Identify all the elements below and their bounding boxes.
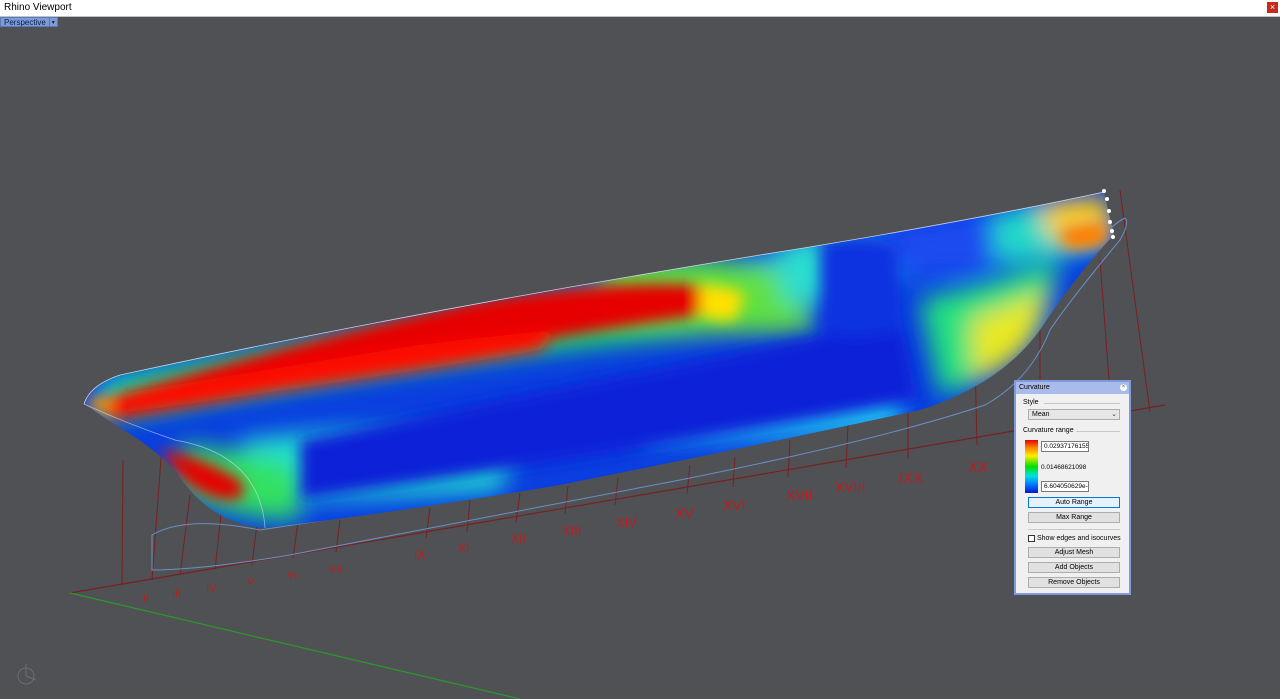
- station-label: IV: [206, 583, 217, 595]
- curvature-hull-surface: [84, 192, 1114, 528]
- station-label: XI: [458, 541, 469, 555]
- title-bar: Rhino Viewport ×: [0, 0, 1280, 17]
- station-label: XII: [511, 532, 526, 546]
- style-select[interactable]: Mean ⌄: [1028, 409, 1120, 420]
- add-objects-button[interactable]: Add Objects: [1028, 562, 1120, 573]
- station-label: XVIII: [835, 479, 865, 495]
- station-label: V: [247, 576, 255, 588]
- viewport-dropdown-icon[interactable]: ▾: [49, 17, 58, 27]
- station-label: III: [172, 588, 181, 600]
- panel-title: Curvature: [1016, 382, 1129, 394]
- perspective-viewport[interactable]: II III IV V VI VII IX XI XII XIII XIV XV…: [0, 17, 1280, 699]
- station-label: XIII: [562, 523, 582, 538]
- station-label: IXX: [899, 470, 923, 487]
- style-select-value: Mean: [1032, 411, 1050, 418]
- viewport-name[interactable]: Perspective: [0, 17, 50, 27]
- divider: [1044, 403, 1120, 404]
- show-edges-label: Show edges and isocurves: [1037, 535, 1121, 542]
- style-label: Style: [1023, 399, 1039, 406]
- show-edges-option[interactable]: Show edges and isocurves: [1028, 535, 1121, 542]
- max-curvature-input[interactable]: 0.02937176155: [1041, 441, 1089, 452]
- auto-range-button[interactable]: Auto Range: [1028, 497, 1120, 508]
- adjust-mesh-button[interactable]: Adjust Mesh: [1028, 547, 1120, 558]
- world-axis-icon: [17, 664, 37, 685]
- y-axis-line: [69, 592, 521, 699]
- max-range-button[interactable]: Max Range: [1028, 512, 1120, 523]
- chevron-down-icon: ⌄: [1111, 411, 1117, 418]
- station-label: XVII: [786, 487, 812, 503]
- station-label: IX: [414, 548, 425, 562]
- divider: [1028, 529, 1120, 530]
- close-window-button[interactable]: ×: [1267, 2, 1278, 13]
- remove-objects-button[interactable]: Remove Objects: [1028, 577, 1120, 588]
- viewport-tab[interactable]: Perspective ▾: [0, 17, 58, 27]
- station-label: XIV: [616, 515, 637, 530]
- station-label: II: [143, 593, 149, 605]
- station-label: VI: [287, 570, 297, 582]
- station-label: XX: [968, 459, 988, 476]
- mid-curvature-value: 0.01468621098: [1041, 464, 1087, 471]
- divider: [1076, 431, 1120, 432]
- station-label: VII: [329, 564, 342, 576]
- show-edges-checkbox[interactable]: [1028, 535, 1035, 542]
- curvature-color-scale: [1025, 440, 1038, 493]
- window-title: Rhino Viewport: [4, 2, 72, 13]
- panel-close-icon[interactable]: ×: [1120, 384, 1127, 391]
- curvature-range-label: Curvature range: [1023, 427, 1074, 434]
- min-curvature-input[interactable]: 6.604050629e-0: [1041, 481, 1089, 492]
- curvature-panel: Curvature × Style Mean ⌄ Curvature range…: [1014, 380, 1131, 595]
- station-label: XV: [675, 505, 694, 521]
- station-label: XVI: [723, 497, 746, 513]
